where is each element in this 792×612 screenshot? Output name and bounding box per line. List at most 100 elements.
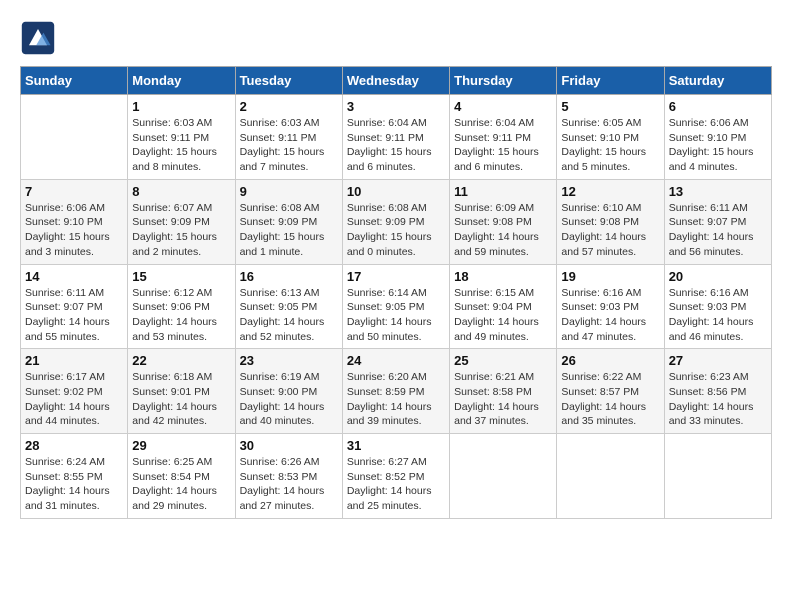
day-number: 8 (132, 184, 230, 199)
weekday-header-sunday: Sunday (21, 67, 128, 95)
day-sun-info: Sunrise: 6:17 AMSunset: 9:02 PMDaylight:… (25, 370, 123, 429)
weekday-header-thursday: Thursday (450, 67, 557, 95)
calendar-cell: 15Sunrise: 6:12 AMSunset: 9:06 PMDayligh… (128, 264, 235, 349)
calendar-cell: 3 Sunrise: 6:04 AMSunset: 9:11 PMDaylight… (342, 95, 449, 180)
calendar-cell: 23 Sunrise: 6:19 AMSunset: 9:00 PMDayligh… (235, 349, 342, 434)
day-sun-info: Sunrise: 6:10 AMSunset: 9:08 PMDaylight:… (561, 201, 659, 260)
day-number: 16 (240, 269, 338, 284)
day-number: 18 (454, 269, 552, 284)
day-number: 24 (347, 353, 445, 368)
calendar-cell: 27Sunrise: 6:23 AMSunset: 8:56 PMDayligh… (664, 349, 771, 434)
day-sun-info: Sunrise: 6:13 AMSunset: 9:05 PMDaylight:… (240, 286, 338, 345)
day-number: 14 (25, 269, 123, 284)
day-sun-info: Sunrise: 6:19 AMSunset: 9:00 PMDaylight:… (240, 370, 338, 429)
calendar-cell: 6 Sunrise: 6:06 AMSunset: 9:10 PMDaylight… (664, 95, 771, 180)
day-number: 22 (132, 353, 230, 368)
day-sun-info: Sunrise: 6:26 AMSunset: 8:53 PMDaylight:… (240, 455, 338, 514)
page-header (20, 20, 772, 56)
calendar-cell: 7 Sunrise: 6:06 AMSunset: 9:10 PMDaylight… (21, 179, 128, 264)
calendar-cell: 9 Sunrise: 6:08 AMSunset: 9:09 PMDaylight… (235, 179, 342, 264)
day-number: 29 (132, 438, 230, 453)
calendar-cell: 29Sunrise: 6:25 AMSunset: 8:54 PMDayligh… (128, 434, 235, 519)
day-sun-info: Sunrise: 6:16 AMSunset: 9:03 PMDaylight:… (669, 286, 767, 345)
weekday-header-row: SundayMondayTuesdayWednesdayThursdayFrid… (21, 67, 772, 95)
day-sun-info: Sunrise: 6:15 AMSunset: 9:04 PMDaylight:… (454, 286, 552, 345)
calendar-cell: 8Sunrise: 6:07 AMSunset: 9:09 PMDaylight… (128, 179, 235, 264)
day-number: 23 (240, 353, 338, 368)
calendar-cell: 21 Sunrise: 6:17 AMSunset: 9:02 PMDayligh… (21, 349, 128, 434)
day-number: 25 (454, 353, 552, 368)
day-number: 19 (561, 269, 659, 284)
day-sun-info: Sunrise: 6:03 AMSunset: 9:11 PMDaylight:… (132, 116, 230, 175)
calendar-week-row: 14 Sunrise: 6:11 AMSunset: 9:07 PMDayligh… (21, 264, 772, 349)
day-sun-info: Sunrise: 6:08 AMSunset: 9:09 PMDaylight:… (240, 201, 338, 260)
calendar-cell: 28Sunrise: 6:24 AMSunset: 8:55 PMDayligh… (21, 434, 128, 519)
day-sun-info: Sunrise: 6:20 AMSunset: 8:59 PMDaylight:… (347, 370, 445, 429)
calendar-cell: 17 Sunrise: 6:14 AMSunset: 9:05 PMDayligh… (342, 264, 449, 349)
weekday-header-tuesday: Tuesday (235, 67, 342, 95)
day-sun-info: Sunrise: 6:11 AMSunset: 9:07 PMDaylight:… (669, 201, 767, 260)
calendar-cell (664, 434, 771, 519)
calendar-cell (557, 434, 664, 519)
calendar-cell: 22 Sunrise: 6:18 AMSunset: 9:01 PMDayligh… (128, 349, 235, 434)
calendar-week-row: 28Sunrise: 6:24 AMSunset: 8:55 PMDayligh… (21, 434, 772, 519)
day-number: 31 (347, 438, 445, 453)
day-sun-info: Sunrise: 6:06 AMSunset: 9:10 PMDaylight:… (669, 116, 767, 175)
day-number: 6 (669, 99, 767, 114)
calendar-cell: 19 Sunrise: 6:16 AMSunset: 9:03 PMDayligh… (557, 264, 664, 349)
calendar-cell: 2Sunrise: 6:03 AMSunset: 9:11 PMDaylight… (235, 95, 342, 180)
calendar-cell: 4 Sunrise: 6:04 AMSunset: 9:11 PMDaylight… (450, 95, 557, 180)
calendar-cell: 25 Sunrise: 6:21 AMSunset: 8:58 PMDayligh… (450, 349, 557, 434)
day-number: 7 (25, 184, 123, 199)
calendar-week-row: 1Sunrise: 6:03 AMSunset: 9:11 PMDaylight… (21, 95, 772, 180)
day-number: 20 (669, 269, 767, 284)
day-sun-info: Sunrise: 6:21 AMSunset: 8:58 PMDaylight:… (454, 370, 552, 429)
day-number: 4 (454, 99, 552, 114)
calendar-cell: 13 Sunrise: 6:11 AMSunset: 9:07 PMDayligh… (664, 179, 771, 264)
day-number: 17 (347, 269, 445, 284)
weekday-header-friday: Friday (557, 67, 664, 95)
calendar-table: SundayMondayTuesdayWednesdayThursdayFrid… (20, 66, 772, 519)
day-sun-info: Sunrise: 6:11 AMSunset: 9:07 PMDaylight:… (25, 286, 123, 345)
day-number: 3 (347, 99, 445, 114)
day-number: 2 (240, 99, 338, 114)
calendar-cell: 26Sunrise: 6:22 AMSunset: 8:57 PMDayligh… (557, 349, 664, 434)
day-sun-info: Sunrise: 6:12 AMSunset: 9:06 PMDaylight:… (132, 286, 230, 345)
day-sun-info: Sunrise: 6:14 AMSunset: 9:05 PMDaylight:… (347, 286, 445, 345)
calendar-cell: 20 Sunrise: 6:16 AMSunset: 9:03 PMDayligh… (664, 264, 771, 349)
calendar-cell: 24 Sunrise: 6:20 AMSunset: 8:59 PMDayligh… (342, 349, 449, 434)
day-number: 10 (347, 184, 445, 199)
day-number: 30 (240, 438, 338, 453)
logo (20, 20, 60, 56)
day-sun-info: Sunrise: 6:09 AMSunset: 9:08 PMDaylight:… (454, 201, 552, 260)
calendar-week-row: 21 Sunrise: 6:17 AMSunset: 9:02 PMDayligh… (21, 349, 772, 434)
calendar-cell: 1Sunrise: 6:03 AMSunset: 9:11 PMDaylight… (128, 95, 235, 180)
day-sun-info: Sunrise: 6:16 AMSunset: 9:03 PMDaylight:… (561, 286, 659, 345)
day-sun-info: Sunrise: 6:05 AMSunset: 9:10 PMDaylight:… (561, 116, 659, 175)
day-sun-info: Sunrise: 6:22 AMSunset: 8:57 PMDaylight:… (561, 370, 659, 429)
logo-icon (20, 20, 56, 56)
day-number: 11 (454, 184, 552, 199)
calendar-cell: 10Sunrise: 6:08 AMSunset: 9:09 PMDayligh… (342, 179, 449, 264)
day-sun-info: Sunrise: 6:27 AMSunset: 8:52 PMDaylight:… (347, 455, 445, 514)
day-number: 21 (25, 353, 123, 368)
day-number: 28 (25, 438, 123, 453)
day-sun-info: Sunrise: 6:06 AMSunset: 9:10 PMDaylight:… (25, 201, 123, 260)
calendar-cell: 5 Sunrise: 6:05 AMSunset: 9:10 PMDaylight… (557, 95, 664, 180)
day-number: 5 (561, 99, 659, 114)
calendar-cell: 14 Sunrise: 6:11 AMSunset: 9:07 PMDayligh… (21, 264, 128, 349)
day-number: 13 (669, 184, 767, 199)
day-sun-info: Sunrise: 6:18 AMSunset: 9:01 PMDaylight:… (132, 370, 230, 429)
calendar-cell: 18 Sunrise: 6:15 AMSunset: 9:04 PMDayligh… (450, 264, 557, 349)
day-sun-info: Sunrise: 6:04 AMSunset: 9:11 PMDaylight:… (454, 116, 552, 175)
day-sun-info: Sunrise: 6:23 AMSunset: 8:56 PMDaylight:… (669, 370, 767, 429)
calendar-cell (21, 95, 128, 180)
weekday-header-monday: Monday (128, 67, 235, 95)
day-number: 9 (240, 184, 338, 199)
calendar-cell: 31 Sunrise: 6:27 AMSunset: 8:52 PMDayligh… (342, 434, 449, 519)
weekday-header-saturday: Saturday (664, 67, 771, 95)
calendar-cell: 16 Sunrise: 6:13 AMSunset: 9:05 PMDayligh… (235, 264, 342, 349)
calendar-cell: 11 Sunrise: 6:09 AMSunset: 9:08 PMDayligh… (450, 179, 557, 264)
day-sun-info: Sunrise: 6:04 AMSunset: 9:11 PMDaylight:… (347, 116, 445, 175)
day-number: 12 (561, 184, 659, 199)
